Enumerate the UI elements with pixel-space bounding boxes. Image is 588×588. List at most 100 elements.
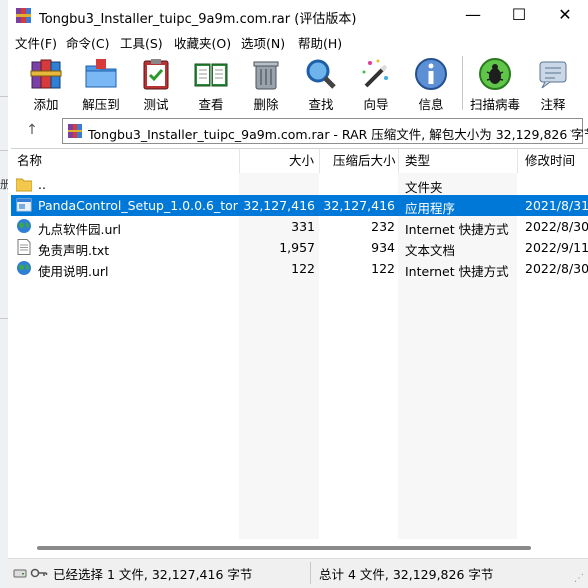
file-size: 32,127,416 [243,198,315,213]
background-divider [0,96,8,97]
header-separator[interactable] [319,149,320,173]
file-packed-size: 232 [371,219,395,234]
status-separator [310,562,311,584]
winrar-app-icon [16,8,31,23]
window-title: Tongbu3_Installer_tuipc_9a9m.com.rar (评估… [39,12,357,27]
file-type: 文本文档 [405,243,456,258]
menu-command[interactable]: 命令(C) [66,33,109,52]
comment-button[interactable]: 注释 [530,52,576,114]
file-packed-size: 32,127,416 [323,198,395,213]
key-icon [30,568,48,578]
rar-archive-icon [68,124,82,138]
horizontal-scrollbar[interactable] [11,540,588,557]
sort-up-icon: ^ [123,148,132,154]
view-label: 查看 [198,97,224,112]
extract-to-button[interactable]: 解压到 [78,52,124,114]
file-row[interactable]: 九点软件园.url 331 232 Internet 快捷方式 2022/8/3… [11,216,588,237]
file-row[interactable]: 使用说明.url 122 122 Internet 快捷方式 2022/8/30 [11,258,588,279]
status-bar: 已经选择 1 文件, 32,127,416 字节 总计 4 文件, 32,129… [8,558,588,588]
header-separator[interactable] [398,149,399,173]
file-name: PandaControl_Setup_1.0.0.6_ton... [38,198,238,213]
file-row[interactable]: 免责声明.txt 1,957 934 文本文档 2022/9/11 [11,237,588,258]
find-label: 查找 [308,97,334,112]
file-modified: 2022/9/11 [525,240,588,255]
header-name[interactable]: 名称 [17,149,42,173]
file-modified: 2022/8/30 [525,261,588,276]
clipboard-check-icon [143,59,169,90]
wizard-label: 向导 [363,97,389,112]
file-modified: 2021/8/31 [525,198,588,213]
file-type: Internet 快捷方式 [405,222,509,237]
add-button[interactable]: 添加 [23,52,69,114]
header-modified[interactable]: 修改时间 [525,149,575,173]
close-button[interactable]: ✕ [542,0,588,32]
header-packed-size[interactable]: 压缩后大小 [333,149,396,173]
header-separator[interactable] [517,149,518,173]
virus-scan-label: 扫描病毒 [469,97,520,112]
toolbar-separator [462,56,463,110]
file-size: 1,957 [279,240,315,255]
info-label: 信息 [418,97,444,112]
file-modified: 2022/8/30 [525,219,588,234]
file-row-parent[interactable]: .. 文件夹 [11,174,588,195]
file-name: 免责声明.txt [38,243,110,258]
maximize-button[interactable]: ☐ [496,0,542,32]
file-name: 使用说明.url [38,264,109,279]
find-button[interactable]: 查找 [298,52,344,114]
address-bar[interactable]: Tongbu3_Installer_tuipc_9a9m.com.rar - R… [62,118,588,144]
comment-label: 注释 [540,97,566,112]
menu-help[interactable]: 帮助(H) [298,33,342,52]
header-separator[interactable] [239,149,240,173]
test-button[interactable]: 测试 [133,52,179,114]
view-button[interactable]: 查看 [188,52,234,114]
file-packed-size: 122 [371,261,395,276]
status-total: 总计 4 文件, 32,129,826 字节 [319,567,494,582]
background-window-text: 册 [0,178,8,191]
extract-to-label: 解压到 [82,97,120,112]
delete-label: 删除 [253,97,279,112]
virus-scan-icon [479,58,511,90]
test-label: 测试 [143,97,169,112]
winrar-window: Tongbu3_Installer_tuipc_9a9m.com.rar (评估… [8,0,588,588]
file-packed-size: 934 [371,240,395,255]
file-type: Internet 快捷方式 [405,264,509,279]
status-selection: 已经选择 1 文件, 32,127,416 字节 [53,567,253,582]
open-book-icon [194,63,228,87]
file-row-selected[interactable]: PandaControl_Setup_1.0.0.6_ton... 32,127… [11,195,588,216]
address-text: Tongbu3_Installer_tuipc_9a9m.com.rar - R… [88,127,588,142]
file-size: 331 [291,219,315,234]
up-arrow-icon[interactable]: ↑ [22,120,42,140]
title-bar: Tongbu3_Installer_tuipc_9a9m.com.rar (评估… [8,0,588,32]
menu-file[interactable]: 文件(F) [15,33,57,52]
folder-icon [16,178,32,192]
chevron-down-icon[interactable]: ⌵ [570,124,578,138]
resize-grip-icon[interactable]: ⋰ [574,573,584,584]
comment-icon [539,61,567,89]
background-divider [0,150,8,151]
background-divider [0,318,8,319]
text-file-icon [17,239,31,255]
delete-button[interactable]: 删除 [243,52,289,114]
menu-favorites[interactable]: 收藏夹(O) [174,33,231,52]
header-type[interactable]: 类型 [405,149,430,173]
toolbar: 添加 解压到 测试 查看 删除 查找 向导 信息 扫描病毒 注释 [8,52,588,116]
menu-bar: 文件(F) 命令(C) 工具(S) 收藏夹(O) 选项(N) 帮助(H) [8,32,588,52]
header-size[interactable]: 大小 [289,149,314,173]
wizard-button[interactable]: 向导 [353,52,399,114]
background-window-strip: 册 [0,0,8,588]
file-size: 122 [291,261,315,276]
info-button[interactable]: 信息 [408,52,454,114]
file-type: 应用程序 [405,201,456,216]
virus-scan-button[interactable]: 扫描病毒 [470,52,520,114]
scrollbar-thumb[interactable] [37,546,531,550]
file-name: .. [38,177,46,192]
add-label: 添加 [33,97,59,112]
menu-options[interactable]: 选项(N) [241,33,285,52]
magnifier-icon [306,59,336,89]
magic-wand-icon [362,59,388,88]
menu-tools[interactable]: 工具(S) [120,33,163,52]
minimize-button[interactable]: — [450,0,496,32]
folder-extract-icon [85,59,117,88]
file-list: 名称 ^ 大小 压缩后大小 类型 修改时间 .. 文件夹 PandaContro… [11,148,588,540]
exe-icon [16,198,32,212]
